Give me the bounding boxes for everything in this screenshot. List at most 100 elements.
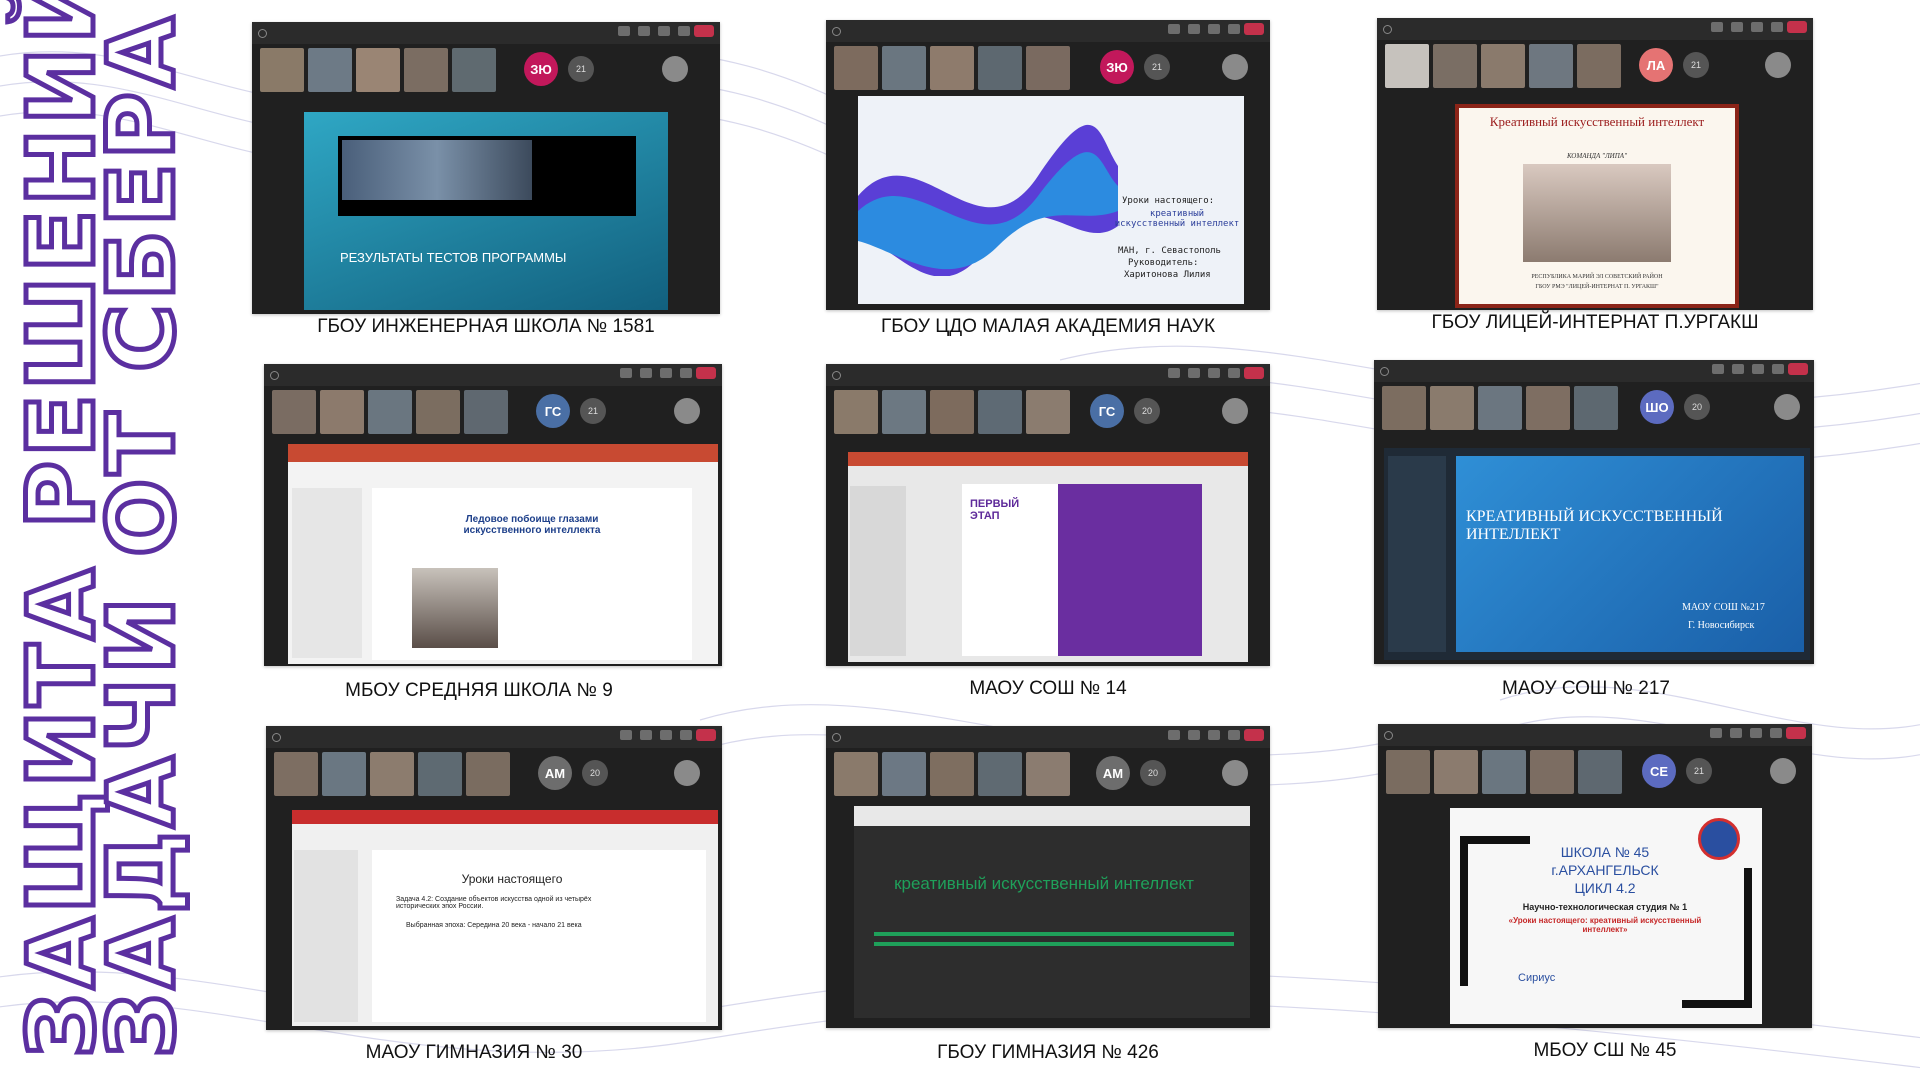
participant-count: 21: [568, 56, 594, 82]
leave-call-button[interactable]: [1787, 21, 1807, 33]
students-photo: [412, 568, 498, 648]
participant-avatar: ЛА: [1639, 48, 1673, 82]
tile-1: ЗЮ 21 РЕЗУЛЬТАТЫ ТЕСТОВ ПРОГРАММЫ ГБОУ И…: [252, 22, 720, 342]
leave-call-button[interactable]: [696, 367, 716, 379]
self-camera: [1222, 54, 1248, 80]
participant-strip: [1386, 750, 1622, 794]
slide-title: Креативный искусственный интеллект: [1489, 114, 1705, 129]
leave-call-button[interactable]: [696, 729, 716, 741]
meeting-toolbar: [1377, 18, 1813, 40]
slide-line: Руководитель:: [1128, 258, 1199, 268]
participant-count: 21: [1144, 54, 1170, 80]
leave-call-button[interactable]: [1786, 727, 1806, 739]
participant-count: 20: [582, 760, 608, 786]
meeting-screenshot: ЗЮ 21 Уроки настоящего: креативный искус…: [826, 20, 1270, 310]
slide-line: креативный искусственный интеллект: [1114, 209, 1240, 229]
slide-title: ПЕРВЫЙ ЭТАП: [970, 498, 1020, 522]
shared-slide: Ледовое побоище глазами искусственного и…: [288, 444, 718, 664]
slide-title: КРЕАТИВНЫЙ ИСКУССТВЕННЫЙ ИНТЕЛЛЕКТ: [1466, 508, 1723, 543]
slide-title: РЕЗУЛЬТАТЫ ТЕСТОВ ПРОГРАММЫ: [340, 250, 567, 265]
school-emblem: [1698, 818, 1740, 860]
participant-avatar: ЗЮ: [524, 52, 558, 86]
participant-strip: [1385, 44, 1621, 88]
self-camera: [1770, 758, 1796, 784]
self-camera: [674, 398, 700, 424]
shared-slide: РЕЗУЛЬТАТЫ ТЕСТОВ ПРОГРАММЫ: [304, 112, 668, 310]
participant-strip: [834, 752, 1070, 796]
participant-avatar: ШО: [1640, 390, 1674, 424]
participant-count: 21: [1683, 52, 1709, 78]
self-camera: [1222, 398, 1248, 424]
participant-avatar: ГС: [536, 394, 570, 428]
tile-7: АМ 20 Уроки настоящего Задача 4.2: Созда…: [266, 726, 722, 1066]
tile-4: ГС 21 Ледовое побоище глазами искусствен…: [264, 364, 722, 704]
meeting-toolbar: [264, 364, 722, 386]
slide-line: Выбранная эпоха: Середина 20 века - нача…: [406, 922, 582, 929]
meeting-toolbar: [826, 20, 1270, 42]
participant-strip: [260, 48, 496, 92]
meeting-screenshot: ЛА 21 Креативный искусственный интеллект…: [1377, 18, 1813, 310]
shared-slide: Уроки настоящего Задача 4.2: Создание об…: [292, 810, 718, 1026]
participant-count: 21: [580, 398, 606, 424]
slide-line: г.АРХАНГЕЛЬСК: [1551, 862, 1659, 878]
participant-avatar: ГС: [1090, 394, 1124, 428]
tile-caption: ГБОУ ИНЖЕНЕРНАЯ ШКОЛА № 1581: [317, 316, 655, 337]
self-camera: [1774, 394, 1800, 420]
slide-subline: МАОУ СОШ №217: [1682, 602, 1765, 613]
slide-subline: Г. Новосибирск: [1688, 620, 1755, 631]
tile-5: ГС 20 ПЕРВЫЙ ЭТАП МАОУ СОШ № 14: [826, 364, 1270, 704]
participant-strip: [834, 390, 1070, 434]
leave-call-button[interactable]: [1244, 367, 1264, 379]
meeting-screenshot: ШО 20 КРЕАТИВНЫЙ ИСКУССТВЕННЫЙ ИНТЕЛЛЕКТ…: [1374, 360, 1814, 664]
participant-avatar: ЗЮ: [1100, 50, 1134, 84]
slide-title: Ледовое побоище глазами искусственного и…: [463, 514, 601, 536]
tile-2: ЗЮ 21 Уроки настоящего: креативный искус…: [826, 20, 1270, 342]
slide-line: МАН, г. Севастополь: [1118, 246, 1221, 256]
participant-count: 20: [1140, 760, 1166, 786]
slide-footer: РЕСПУБЛИКА МАРИЙ ЭЛ СОВЕТСКИЙ РАЙОН: [1531, 274, 1663, 280]
shared-slide: ПЕРВЫЙ ЭТАП: [848, 452, 1248, 662]
slide-line: Уроки настоящего:: [1122, 196, 1215, 206]
shared-slide: ШКОЛА № 45 г.АРХАНГЕЛЬСК ЦИКЛ 4.2 Научно…: [1450, 808, 1762, 1024]
tile-caption: ГБОУ ЛИЦЕЙ-ИНТЕРНАТ П.УРГАКШ: [1431, 312, 1759, 333]
meeting-screenshot: СЕ 21 ШКОЛА № 45 г.АРХАНГЕЛЬСК ЦИКЛ 4.2 …: [1378, 724, 1812, 1028]
slide-line: «Уроки настоящего: креативный искусствен…: [1508, 916, 1702, 934]
slide-line: Научно-технологическая студия № 1: [1522, 902, 1688, 912]
leave-call-button[interactable]: [694, 25, 714, 37]
tile-3: ЛА 21 Креативный искусственный интеллект…: [1377, 18, 1813, 340]
slide-line: Харитонова Лилия: [1124, 270, 1211, 280]
participant-strip: [834, 46, 1070, 90]
slide-footer: ГБОУ РМЭ "ЛИЦЕЙ-ИНТЕРНАТ П. УРГАКШ": [1535, 284, 1659, 290]
participant-avatar: АМ: [538, 756, 572, 790]
leave-call-button[interactable]: [1244, 23, 1264, 35]
self-camera: [1222, 760, 1248, 786]
self-camera: [1765, 52, 1791, 78]
tile-caption: МАОУ СОШ № 14: [969, 678, 1127, 699]
title-line-2: ЗАДАЧИ ОТ СБЕРА: [86, 10, 198, 1060]
tile-8: АМ 20 креативный искусственный интеллект…: [826, 726, 1270, 1066]
team-photo: [1523, 164, 1671, 262]
tile-caption: МБОУ СШ № 45: [1533, 1040, 1677, 1061]
participant-strip: [272, 390, 508, 434]
meeting-toolbar: [252, 22, 720, 44]
shared-slide: креативный искусственный интеллект: [854, 806, 1250, 1018]
slide-bullet: Задача 4.2: Создание объектов искусства …: [396, 896, 592, 910]
leave-call-button[interactable]: [1788, 363, 1808, 375]
shared-slide: КРЕАТИВНЫЙ ИСКУССТВЕННЫЙ ИНТЕЛЛЕКТ МАОУ …: [1384, 448, 1810, 660]
leave-call-button[interactable]: [1244, 729, 1264, 741]
participant-avatar: СЕ: [1642, 754, 1676, 788]
meeting-toolbar: [826, 364, 1270, 386]
slide-subtitle: КОМАНДА "ЛИПА": [1566, 152, 1628, 160]
slide-line: ЦИКЛ 4.2: [1574, 880, 1636, 896]
tile-caption: МАОУ ГИМНАЗИЯ № 30: [365, 1042, 583, 1063]
meeting-screenshot: АМ 20 Уроки настоящего Задача 4.2: Созда…: [266, 726, 722, 1030]
participant-count: 21: [1686, 758, 1712, 784]
slide-brand: Сириус: [1518, 972, 1556, 984]
tile-caption: МАОУ СОШ № 217: [1502, 678, 1670, 699]
slide-title: Уроки настоящего: [461, 872, 563, 886]
meeting-screenshot: ЗЮ 21 РЕЗУЛЬТАТЫ ТЕСТОВ ПРОГРАММЫ: [252, 22, 720, 314]
meeting-toolbar: [1378, 724, 1812, 746]
shared-slide: Уроки настоящего: креативный искусственн…: [858, 96, 1244, 304]
participant-count: 20: [1134, 398, 1160, 424]
tile-caption: ГБОУ ГИМНАЗИЯ № 426: [937, 1042, 1159, 1063]
